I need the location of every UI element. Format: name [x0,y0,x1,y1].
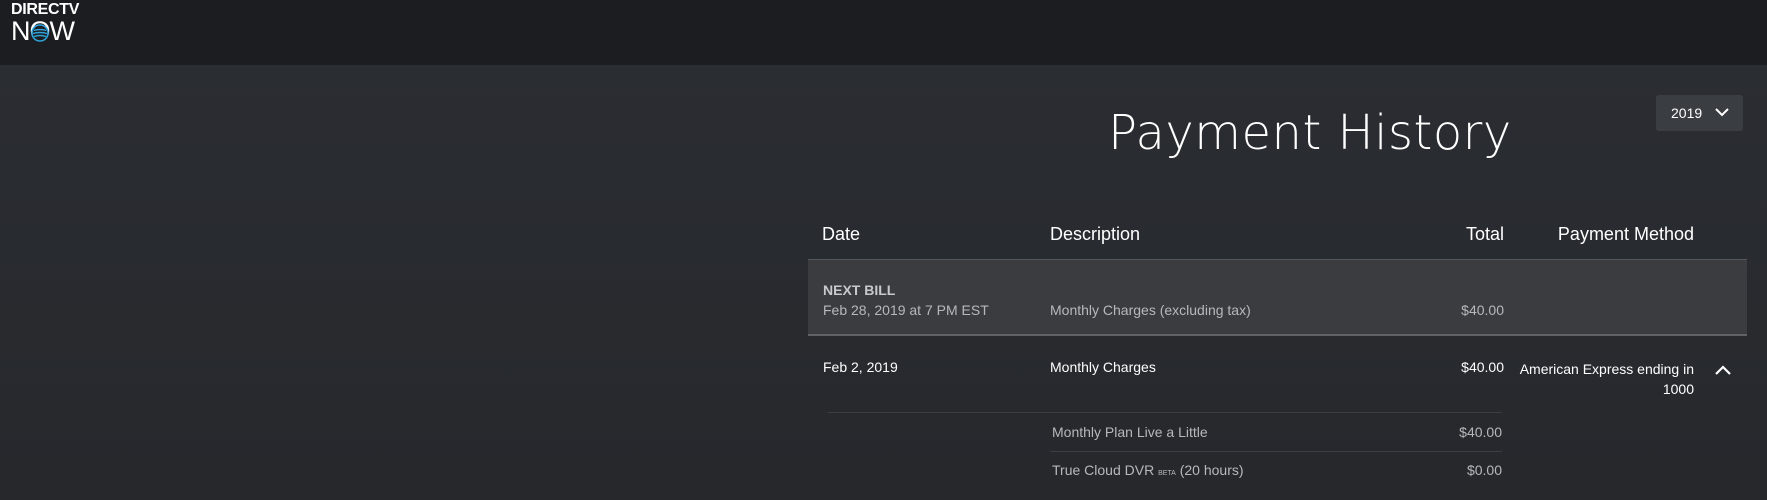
next-bill-description: Monthly Charges (excluding tax) [1050,302,1251,318]
column-header-payment-method: Payment Method [1557,224,1694,244]
line-item-total: $40.00 [1459,424,1502,440]
next-bill-total: $40.00 [1461,302,1504,318]
payment-row-date: Feb 2, 2019 [823,359,898,375]
line-item-total: $0.00 [1466,462,1502,478]
top-navigation-bar: DIRECTV NOW [0,0,1767,65]
line-item-description: Monthly Plan Live a Little [1052,424,1208,440]
column-header-description: Description [1050,224,1141,244]
line-item-description: True Cloud DVR BETA (20 hours) [1052,462,1244,478]
chevron-down-icon [1715,108,1729,117]
att-globe-icon [31,24,49,42]
row-divider [1050,451,1502,452]
next-bill-date: Feb 28, 2019 at 7 PM EST [823,302,989,318]
next-bill-label: NEXT BILL [823,282,896,298]
next-bill-row: NEXT BILL Feb 28, 2019 at 7 PM EST Month… [808,259,1747,336]
row-divider [828,412,1502,413]
column-header-total: Total [1465,224,1504,244]
column-header-date: Date [822,224,861,244]
line-item-suffix: (20 hours) [1179,462,1244,478]
payment-row-method: American Express ending in 1000 [1519,361,1694,397]
chevron-up-icon[interactable] [1714,364,1732,376]
beta-badge: BETA [1158,470,1176,477]
year-select-value: 2019 [1671,105,1703,121]
payment-row-total: $40.00 [1461,359,1504,375]
year-select-dropdown[interactable]: 2019 [1656,95,1743,131]
payment-row-description: Monthly Charges [1050,359,1156,375]
directv-now-logo[interactable]: DIRECTV NOW [11,1,83,45]
page-title: Payment History [1108,105,1512,161]
line-item-name: True Cloud DVR [1052,462,1155,478]
